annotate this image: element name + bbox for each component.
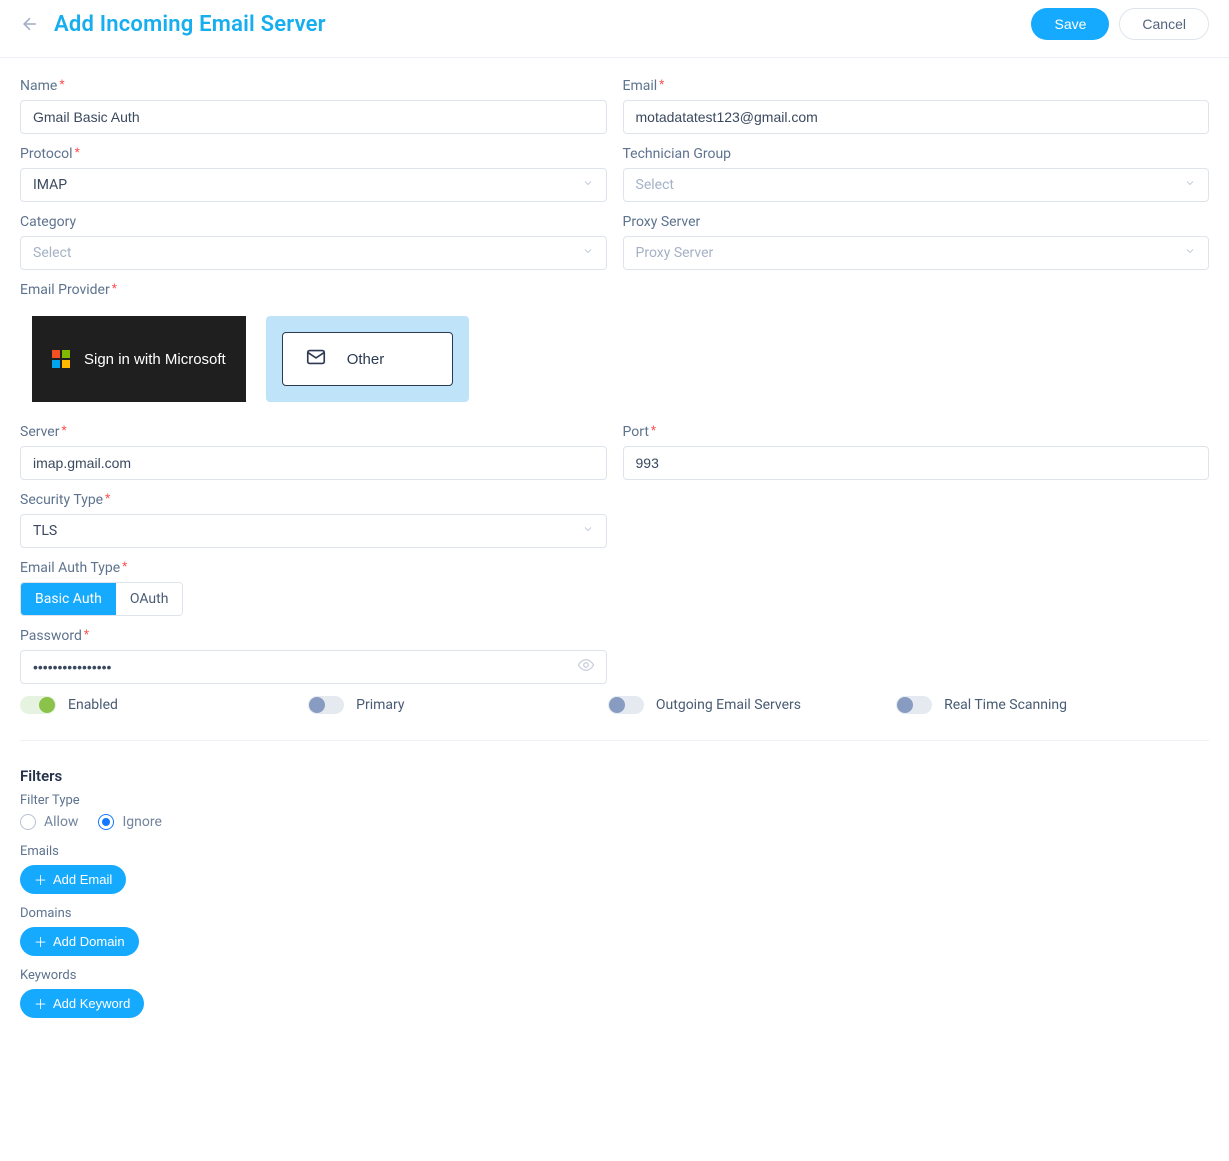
email-input[interactable] [623, 100, 1210, 134]
proxy-server-select[interactable]: Proxy Server [623, 236, 1210, 270]
filter-keywords-label: Keywords [20, 968, 1209, 983]
sign-in-microsoft-label: Sign in with Microsoft [84, 351, 226, 368]
plus-icon: ＋ [34, 870, 47, 889]
port-label: Port [623, 424, 1210, 440]
security-type-label: Security Type [20, 492, 607, 508]
cancel-button[interactable]: Cancel [1119, 8, 1209, 40]
chevron-down-icon [582, 177, 594, 193]
provider-other-label: Other [347, 351, 385, 368]
sign-in-microsoft-button[interactable]: Sign in with Microsoft [32, 316, 246, 402]
port-input[interactable] [623, 446, 1210, 480]
provider-other-button[interactable]: Other [282, 332, 454, 386]
add-email-label: Add Email [53, 872, 112, 887]
enabled-toggle-label: Enabled [68, 697, 118, 713]
category-select[interactable]: Select [20, 236, 607, 270]
microsoft-logo-icon [52, 350, 70, 368]
password-label: Password [20, 628, 607, 644]
section-divider [20, 740, 1209, 741]
proxy-server-label: Proxy Server [623, 214, 1210, 230]
chevron-down-icon [582, 523, 594, 539]
primary-toggle-label: Primary [356, 697, 404, 713]
server-input[interactable] [20, 446, 607, 480]
protocol-select[interactable]: IMAP [20, 168, 607, 202]
technician-group-label: Technician Group [623, 146, 1210, 162]
technician-group-select[interactable]: Select [623, 168, 1210, 202]
enabled-toggle[interactable] [20, 696, 56, 714]
auth-basic-option[interactable]: Basic Auth [21, 583, 116, 615]
filter-ignore-radio[interactable]: Ignore [98, 814, 161, 830]
add-domain-label: Add Domain [53, 934, 125, 949]
add-keyword-button[interactable]: ＋ Add Keyword [20, 989, 144, 1018]
outgoing-servers-toggle-label: Outgoing Email Servers [656, 697, 801, 713]
realtime-scanning-toggle[interactable] [896, 696, 932, 714]
filters-section-title: Filters [20, 767, 1209, 785]
category-placeholder: Select [33, 245, 71, 261]
mail-icon [305, 346, 327, 372]
email-provider-label: Email Provider [20, 282, 1209, 298]
category-label: Category [20, 214, 607, 230]
filter-type-label: Filter Type [20, 793, 1209, 808]
name-input[interactable] [20, 100, 607, 134]
filter-domains-label: Domains [20, 906, 1209, 921]
provider-other-card: Other [266, 316, 470, 402]
filter-allow-radio[interactable]: Allow [20, 814, 78, 830]
chevron-down-icon [582, 245, 594, 261]
filter-allow-label: Allow [44, 814, 78, 830]
security-type-value: TLS [33, 523, 57, 539]
add-domain-button[interactable]: ＋ Add Domain [20, 927, 139, 956]
add-keyword-label: Add Keyword [53, 996, 130, 1011]
page-title: Add Incoming Email Server [54, 12, 326, 37]
add-email-button[interactable]: ＋ Add Email [20, 865, 126, 894]
radio-circle-icon [98, 814, 114, 830]
eye-icon[interactable] [577, 656, 595, 678]
name-label: Name [20, 78, 607, 94]
chevron-down-icon [1184, 177, 1196, 193]
radio-circle-icon [20, 814, 36, 830]
auth-oauth-option[interactable]: OAuth [116, 583, 183, 615]
outgoing-servers-toggle[interactable] [608, 696, 644, 714]
password-input[interactable] [20, 650, 607, 684]
save-button[interactable]: Save [1031, 8, 1109, 40]
protocol-value: IMAP [33, 177, 67, 193]
technician-group-placeholder: Select [636, 177, 674, 193]
back-arrow-icon[interactable] [20, 14, 40, 34]
plus-icon: ＋ [34, 932, 47, 951]
protocol-label: Protocol [20, 146, 607, 162]
page-header: Add Incoming Email Server Save Cancel [0, 0, 1229, 58]
email-auth-type-label: Email Auth Type [20, 560, 1209, 576]
realtime-scanning-toggle-label: Real Time Scanning [944, 697, 1067, 713]
email-label: Email [623, 78, 1210, 94]
proxy-server-placeholder: Proxy Server [636, 245, 714, 261]
filter-ignore-label: Ignore [122, 814, 161, 830]
chevron-down-icon [1184, 245, 1196, 261]
security-type-select[interactable]: TLS [20, 514, 607, 548]
plus-icon: ＋ [34, 994, 47, 1013]
auth-type-segment: Basic Auth OAuth [20, 582, 183, 616]
filter-emails-label: Emails [20, 844, 1209, 859]
primary-toggle[interactable] [308, 696, 344, 714]
server-label: Server [20, 424, 607, 440]
